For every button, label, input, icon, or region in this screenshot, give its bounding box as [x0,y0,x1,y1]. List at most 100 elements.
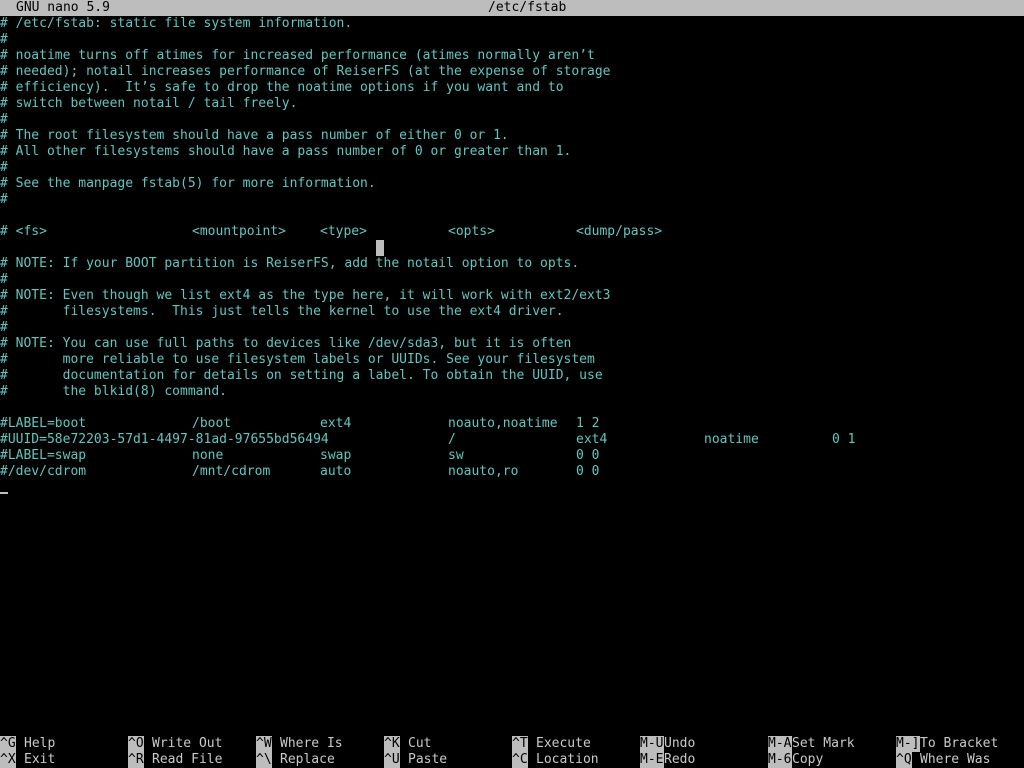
field-4: 0 1 [832,432,856,447]
help-icon: ^G [0,736,16,752]
field-1: none [192,448,224,463]
shortcut-replace[interactable]: ^\ Replace [256,752,384,768]
shortcut-help[interactable]: ^G Help [0,736,128,752]
shortcut-label: To Bracket [920,736,999,751]
shortcut-where-is[interactable]: ^W Where Is [256,736,384,752]
line-text: # needed); notail increases performance … [0,64,611,79]
shortcut-label: Undo [664,736,696,751]
line-text: # documentation for details on setting a… [0,368,603,383]
line-text: # NOTE: Even though we list ext4 as the … [0,288,611,303]
shortcut-label: Read File [152,752,223,767]
shortcut-location[interactable]: ^C Location [512,752,640,768]
paste-icon: ^U [384,752,400,768]
shortcut-set-mark[interactable]: M-A Set Mark [768,736,896,752]
line-text: # /etc/fstab: static file system informa… [0,16,353,31]
line-text: # The root filesystem should have a pass… [0,128,509,143]
title-bar: GNU nano 5.9 /etc/fstab [0,0,1024,16]
shortcut-label: Copy [792,752,824,767]
app-version: GNU nano 5.9 [16,0,110,15]
shortcut-label: Location [536,752,599,767]
shortcut-label: Cut [408,736,432,751]
line-text: # the blkid(8) command. [0,384,227,399]
shortcut-to-bracket[interactable]: M-] To Bracket [896,736,1024,752]
field-3: sw [448,448,464,463]
line-text: # [0,192,8,207]
shortcut-label: Help [24,736,56,751]
shortcut-label: Execute [536,736,591,751]
shortcut-cut[interactable]: ^K Cut [384,736,512,752]
terminal-screen[interactable]: GNU nano 5.9 /etc/fstab # /etc/fstab: st… [0,0,1024,768]
line-text: # noatime turns off atimes for increased… [0,48,595,63]
shortcut-label: Where Is [280,736,343,751]
location-icon: ^C [512,752,528,768]
shortcut-label: Redo [664,752,696,767]
field-0: # <fs> [0,224,47,239]
field-0: #LABEL=boot [0,416,87,431]
field-4: <dump/pass> [576,224,663,239]
field-2: auto [320,464,352,479]
shortcut-where-was[interactable]: ^Q Where Was [896,752,1024,768]
line-text: # See the manpage fstab(5) for more info… [0,176,376,191]
field-3: <opts> [448,224,495,239]
redo-icon: M-E [640,752,664,768]
line-text: # efficiency). It’s safe to drop the noa… [0,80,564,95]
field-4: 0 0 [576,448,600,463]
shortcut-undo[interactable]: M-U Undo [640,736,768,752]
mouse-cursor-block [376,240,384,256]
where-is-icon: ^W [256,736,272,752]
write-out-icon: ^O [128,736,144,752]
text-cursor [0,492,8,494]
field-4: 1 2 [576,416,600,431]
field-1: <mountpoint> [192,224,286,239]
line-text: # filesystems. This just tells the kerne… [0,304,564,319]
execute-icon: ^T [512,736,528,752]
line-text: # NOTE: If your BOOT partition is Reiser… [0,256,580,271]
line-text: # [0,32,8,47]
field-2: swap [320,448,352,463]
shortcut-exit[interactable]: ^X Exit [0,752,128,768]
shortcut-execute[interactable]: ^T Execute [512,736,640,752]
exit-icon: ^X [0,752,16,768]
shortcut-label: Replace [280,752,335,767]
line-text: # NOTE: You can use full paths to device… [0,336,572,351]
copy-icon: M-6 [768,752,792,768]
shortcut-label: Exit [24,752,56,767]
line-text: # All other filesystems should have a pa… [0,144,572,159]
to-bracket-icon: M-] [896,736,920,752]
field-2: <type> [320,224,367,239]
line-text: # [0,320,8,335]
field-3: noauto,ro [448,464,519,479]
field-2: ext4 [576,432,608,447]
cut-icon: ^K [384,736,400,752]
shortcut-label: Where Was [920,752,991,767]
file-name: /etc/fstab [488,0,567,15]
line-text: # switch between notail / tail freely. [0,96,298,111]
shortcut-read-file[interactable]: ^R Read File [128,752,256,768]
field-0: #UUID=58e72203-57d1-4497-81ad-97655bd564… [0,432,329,447]
field-4: 0 0 [576,464,600,479]
field-2: ext4 [320,416,352,431]
shortcut-paste[interactable]: ^U Paste [384,752,512,768]
field-0: #LABEL=swap [0,448,87,463]
set-mark-icon: M-A [768,736,792,752]
field-3: noatime [704,432,759,447]
line-text: # [0,112,8,127]
shortcut-redo[interactable]: M-E Redo [640,752,768,768]
shortcut-label: Write Out [152,736,223,751]
field-1: /boot [192,416,232,431]
field-3: noauto,noatime [448,416,558,431]
shortcut-label: Set Mark [792,736,855,751]
field-1: / [448,432,456,447]
line-text: # [0,160,8,175]
replace-icon: ^\ [256,752,272,768]
field-0: #/dev/cdrom [0,464,87,479]
line-text: # [0,272,8,287]
shortcut-copy[interactable]: M-6 Copy [768,752,896,768]
undo-icon: M-U [640,736,664,752]
read-file-icon: ^R [128,752,144,768]
field-1: /mnt/cdrom [192,464,271,479]
shortcut-label: Paste [408,752,448,767]
shortcut-write-out[interactable]: ^O Write Out [128,736,256,752]
where-was-icon: ^Q [896,752,912,768]
line-text: # more reliable to use filesystem labels… [0,352,595,367]
